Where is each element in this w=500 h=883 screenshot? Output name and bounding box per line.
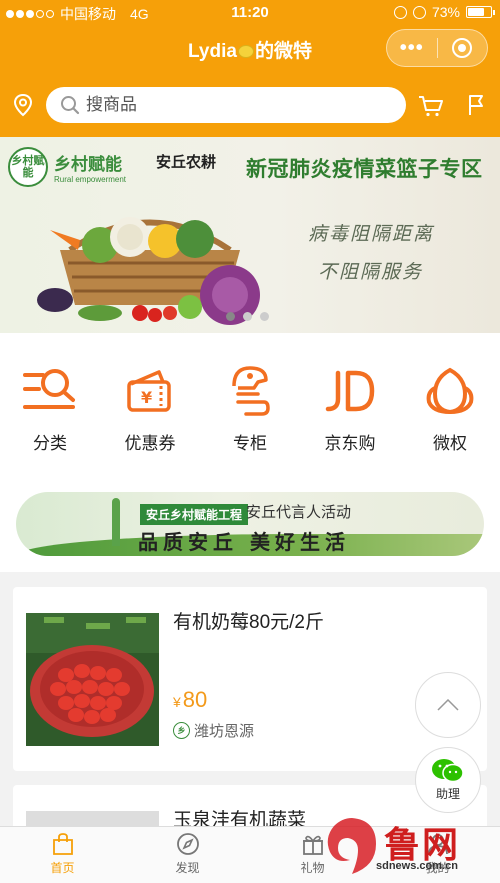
promo-tag: 安丘乡村赋能工程 [140,504,249,525]
product-price: ¥80 [173,687,207,713]
target-icon[interactable] [437,38,487,58]
promo-section: 安丘乡村赋能工程 安丘代言人活动 品质安丘 美好生活 [0,474,500,572]
vegetable-basket-illustration [37,217,260,325]
promo-main-text: 品质安丘 美好生活 [138,530,350,554]
category-search-icon [23,369,75,409]
watermark-url: sdnews.com.cn [376,860,458,872]
home-bag-icon [52,833,73,855]
banner-headline: 新冠肺炎疫情菜篮子专区 [246,158,483,181]
product-name: 有机奶莓80元/2斤 [173,612,324,633]
chevron-up-icon [437,699,459,711]
rural-logo-en: Rural empowerment [54,175,127,184]
product-image [26,613,159,746]
tab-label: 首页 [50,861,75,875]
rural-empowerment-logo: 乡村赋能 乡村赋能 Rural empowerment [8,147,126,187]
rural-logo-badge: 乡村赋能 [8,147,48,187]
location-pin-icon[interactable] [12,93,34,117]
search-row [0,85,500,127]
weiquan-icon [426,367,474,415]
lemon-icon [237,45,254,58]
assistant-button[interactable]: 助理 [415,747,481,813]
carousel-dot[interactable] [226,312,235,321]
category-item-classify[interactable]: 分类 [0,333,100,474]
shop-logo-icon: 乡 [173,722,190,739]
promo-strip-banner[interactable]: 安丘乡村赋能工程 安丘代言人活动 品质安丘 美好生活 [16,492,484,556]
banner-slogan-1: 病毒阻隔距离 [308,223,435,245]
shop-name: 潍坊恩源 [194,723,255,740]
watermark: 鲁网 sdnews.com.cn [320,812,500,883]
carousel-dot[interactable] [243,312,252,321]
product-card[interactable]: 有机奶莓80元/2斤 ¥80 乡 潍坊恩源 [13,587,487,771]
compass-icon [176,833,199,855]
anqiu-logo-text: 安丘农耕 [156,153,217,171]
tab-home[interactable]: 首页 [0,827,125,883]
counter-icon [232,366,270,416]
category-item-coupon[interactable]: ¥ 优惠券 [100,333,200,474]
flag-icon[interactable] [466,94,486,116]
category-item-jd[interactable]: 京东购 [300,333,400,474]
coupon-icon: ¥ [127,370,171,412]
scroll-to-top-button[interactable] [415,672,481,738]
status-bar: 中国移动 4G 11:20 73% [0,0,500,26]
orientation-lock-icon [393,5,407,19]
title-suffix: 的微特 [254,41,312,62]
currency-symbol: ¥ [173,694,181,710]
mini-program-capsule: ••• [386,29,488,67]
wechat-icon [432,759,464,783]
jd-icon [325,370,375,412]
anqiu-logo: 安丘农耕 [156,151,216,172]
category-label: 专柜 [233,434,267,453]
category-label: 优惠券 [124,434,176,453]
tab-label: 发现 [175,861,200,875]
price-value: 80 [182,687,208,712]
promo-subtitle: 安丘代言人活动 [246,504,352,521]
carousel-dot[interactable] [260,312,269,321]
more-dots-icon[interactable]: ••• [387,38,437,58]
app-header: 中国移动 4G 11:20 73% Lydia 的微特 ••• [0,0,500,137]
promo-banner[interactable]: 乡村赋能 乡村赋能 Rural empowerment 安丘农耕 新冠肺炎疫情菜篮… [0,137,500,333]
shop-info[interactable]: 乡 潍坊恩源 [173,720,254,741]
battery-percent: 73% [431,4,460,20]
title-name: Lydia [188,41,237,62]
category-item-counter[interactable]: 专柜 [200,333,300,474]
promo-tower-decoration [112,498,120,546]
rural-logo-text: 乡村赋能 [54,155,122,174]
carousel-indicator [226,312,269,321]
category-label: 微权 [433,434,467,453]
cart-icon[interactable] [418,94,444,118]
assistant-label: 助理 [435,787,460,801]
alarm-icon [412,5,426,19]
battery-icon [466,6,495,18]
search-input[interactable] [86,95,376,115]
tab-discover[interactable]: 发现 [125,827,250,883]
watermark-logo-icon [327,818,376,874]
category-item-weiquan[interactable]: 微权 [400,333,500,474]
banner-slogan-2: 不阻隔服务 [318,261,424,283]
category-grid: 分类 ¥ 优惠券 专柜 京东购 微权 [0,333,500,474]
svg-text:¥: ¥ [141,388,152,407]
category-label: 京东购 [324,434,376,453]
category-label: 分类 [33,434,67,453]
search-box[interactable] [46,87,406,123]
title-bar: Lydia 的微特 ••• [0,26,500,72]
search-icon [61,96,80,115]
